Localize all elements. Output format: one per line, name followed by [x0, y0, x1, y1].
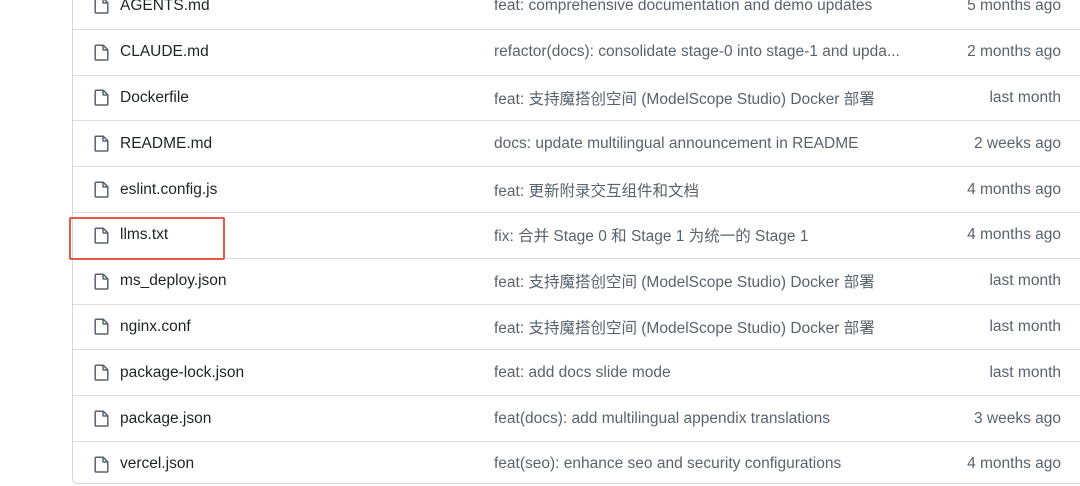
file-icon: [93, 0, 109, 15]
commit-message-link[interactable]: feat: 更新附录交互组件和文档: [494, 179, 934, 201]
commit-message-link[interactable]: docs: update multilingual announcement i…: [494, 135, 934, 153]
commit-message-link[interactable]: feat(docs): add multilingual appendix tr…: [494, 410, 934, 428]
commit-message-link[interactable]: feat: 支持魔搭创空间 (ModelScope Studio) Docker…: [494, 270, 934, 292]
commit-message-link[interactable]: feat: comprehensive documentation and de…: [494, 0, 934, 15]
file-icon: [93, 181, 109, 199]
file-list-table: AGENTS.md feat: comprehensive documentati…: [72, 0, 1080, 484]
commit-time: 4 months ago: [967, 226, 1061, 244]
table-row[interactable]: vercel.json feat(seo): enhance seo and se…: [73, 440, 1080, 483]
file-icon: [93, 135, 109, 153]
file-name-link[interactable]: nginx.conf: [120, 318, 191, 336]
file-name-link[interactable]: CLAUDE.md: [120, 43, 209, 61]
file-name-link[interactable]: eslint.config.js: [120, 181, 217, 199]
commit-time: 2 months ago: [967, 43, 1061, 61]
file-icon: [93, 89, 109, 107]
file-name-link[interactable]: package.json: [120, 410, 211, 428]
table-row[interactable]: README.md docs: update multilingual annou…: [73, 120, 1080, 166]
commit-time: last month: [989, 272, 1061, 290]
commit-time: 5 months ago: [967, 0, 1061, 14]
commit-time: 2 weeks ago: [973, 134, 1061, 152]
table-row[interactable]: AGENTS.md feat: comprehensive documentati…: [73, 0, 1080, 29]
file-icon: [93, 455, 109, 473]
file-icon: [93, 410, 109, 428]
commit-message-link[interactable]: refactor(docs): consolidate stage-0 into…: [494, 43, 934, 61]
table-row[interactable]: CLAUDE.md refactor(docs): consolidate sta…: [73, 28, 1080, 75]
table-row[interactable]: llms.txt fix: 合并 Stage 0 和 Stage 1 为统一的 S…: [73, 211, 1080, 258]
file-icon: [93, 43, 109, 61]
commit-message-link[interactable]: fix: 合并 Stage 0 和 Stage 1 为统一的 Stage 1: [494, 224, 934, 246]
commit-time: 4 months ago: [967, 180, 1061, 198]
file-name-link[interactable]: Dockerfile: [120, 89, 189, 107]
file-icon: [93, 364, 109, 382]
commit-time: last month: [989, 317, 1061, 335]
file-name-link[interactable]: vercel.json: [120, 455, 194, 473]
file-icon: [93, 226, 109, 244]
table-row[interactable]: nginx.conf feat: 支持魔搭创空间 (ModelScope Stud…: [73, 303, 1080, 350]
commit-time: 3 weeks ago: [973, 409, 1061, 427]
file-icon: [93, 272, 109, 290]
table-row[interactable]: package-lock.json feat: add docs slide mo…: [73, 349, 1080, 395]
commit-message-link[interactable]: feat: 支持魔搭创空间 (ModelScope Studio) Docker…: [494, 316, 934, 338]
file-name-link[interactable]: package-lock.json: [120, 364, 244, 382]
commit-time: last month: [989, 363, 1061, 381]
commit-message-link[interactable]: feat(seo): enhance seo and security conf…: [494, 455, 934, 473]
commit-message-link[interactable]: feat: 支持魔搭创空间 (ModelScope Studio) Docker…: [494, 87, 934, 109]
file-name-link[interactable]: AGENTS.md: [120, 0, 210, 15]
file-icon: [93, 318, 109, 336]
table-row[interactable]: ms_deploy.json feat: 支持魔搭创空间 (ModelScope …: [73, 257, 1080, 304]
table-row[interactable]: eslint.config.js feat: 更新附录交互组件和文档 4 month…: [73, 166, 1080, 212]
file-name-link[interactable]: README.md: [120, 135, 212, 153]
table-row[interactable]: Dockerfile feat: 支持魔搭创空间 (ModelScope Stud…: [73, 74, 1080, 121]
commit-message-link[interactable]: feat: add docs slide mode: [494, 364, 934, 382]
file-name-link[interactable]: ms_deploy.json: [120, 272, 227, 290]
table-row[interactable]: package.json feat(docs): add multilingual…: [73, 395, 1080, 441]
commit-time: 4 months ago: [967, 455, 1061, 473]
file-name-link[interactable]: llms.txt: [120, 226, 168, 244]
commit-time: last month: [989, 88, 1061, 106]
